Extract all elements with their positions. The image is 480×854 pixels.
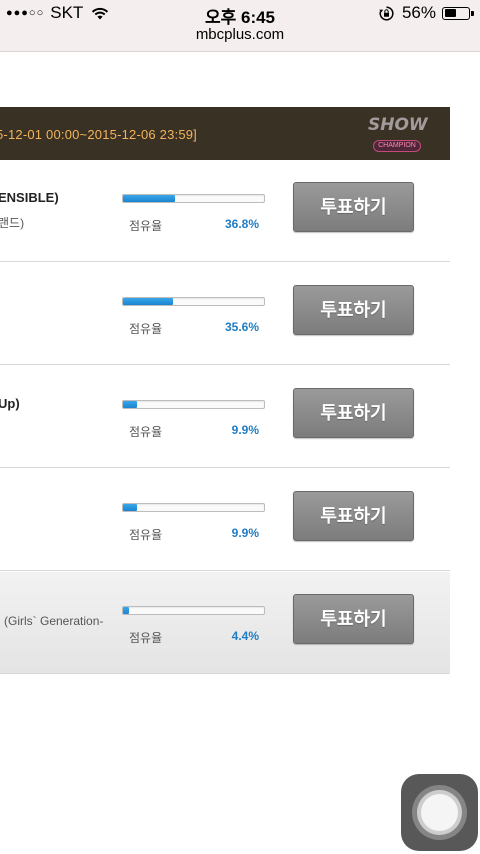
share-value: 9.9% <box>231 423 259 437</box>
share-bar-fill <box>123 607 130 614</box>
vote-period-banner: 5-12-01 00:00~2015-12-06 23:59] SHOW CHA… <box>0 107 450 160</box>
candidate-row: l (Girls` Generation- 점유율 4.4% 투표하기 <box>0 572 450 674</box>
share-label: 점유율 <box>129 322 163 336</box>
page-gutter <box>450 52 480 854</box>
share-bar <box>122 503 265 512</box>
share-bar-fill <box>123 504 137 511</box>
vote-button[interactable]: 투표하기 <box>293 388 414 438</box>
logo-main-text: SHOW <box>368 115 428 135</box>
vote-button[interactable]: 투표하기 <box>293 285 414 335</box>
candidate-row: ENSIBLE) 랜드) 점유율 36.8% 투표하기 <box>0 160 450 262</box>
share-bar <box>122 297 265 306</box>
vote-period-text: 5-12-01 00:00~2015-12-06 23:59] <box>0 127 197 142</box>
share-bar-fill <box>123 298 174 305</box>
share-value: 9.9% <box>231 526 259 540</box>
share-value: 35.6% <box>224 320 259 334</box>
share-bar <box>122 606 265 615</box>
address-bar[interactable]: mbcplus.com <box>0 26 480 52</box>
candidate-row: 점유율 9.9% 투표하기 <box>0 469 450 571</box>
status-right: 56% <box>379 3 474 23</box>
song-title: ENSIBLE) <box>0 190 59 205</box>
battery-icon <box>442 6 474 20</box>
vote-button[interactable]: 투표하기 <box>293 182 414 232</box>
share-value: 4.4% <box>231 629 259 643</box>
share-bar <box>122 400 265 409</box>
address-url: mbcplus.com <box>195 26 285 43</box>
share-value: 36.8% <box>224 217 259 231</box>
share-bar-fill <box>123 195 175 202</box>
logo-sub-text: CHAMPION <box>373 140 421 152</box>
battery-level <box>444 9 457 17</box>
share-label: 점유율 <box>129 528 163 542</box>
show-champion-logo: SHOW CHAMPION <box>368 115 428 152</box>
share-label: 점유율 <box>129 425 163 439</box>
share-label: 점유율 <box>129 631 163 645</box>
artist-name: 랜드) <box>0 216 25 230</box>
share-label: 점유율 <box>129 219 163 233</box>
vote-button[interactable]: 투표하기 <box>293 594 414 644</box>
assistive-ring-inner <box>421 794 458 831</box>
share-bar <box>122 194 265 203</box>
rotation-lock-icon <box>379 5 394 21</box>
status-bar: ●●●○○ SKT 오후 6:45 56% <box>0 0 480 27</box>
candidate-row: Up) 점유율 9.9% 투표하기 <box>0 366 450 468</box>
assistive-touch-button[interactable] <box>401 774 478 851</box>
share-bar-fill <box>123 401 137 408</box>
artist-name: l (Girls` Generation- <box>0 614 104 628</box>
battery-percent: 56% <box>401 3 436 22</box>
battery-cap <box>471 10 474 16</box>
vote-button[interactable]: 투표하기 <box>293 491 414 541</box>
candidate-row: 점유율 35.6% 투표하기 <box>0 263 450 365</box>
song-title: Up) <box>0 396 20 411</box>
